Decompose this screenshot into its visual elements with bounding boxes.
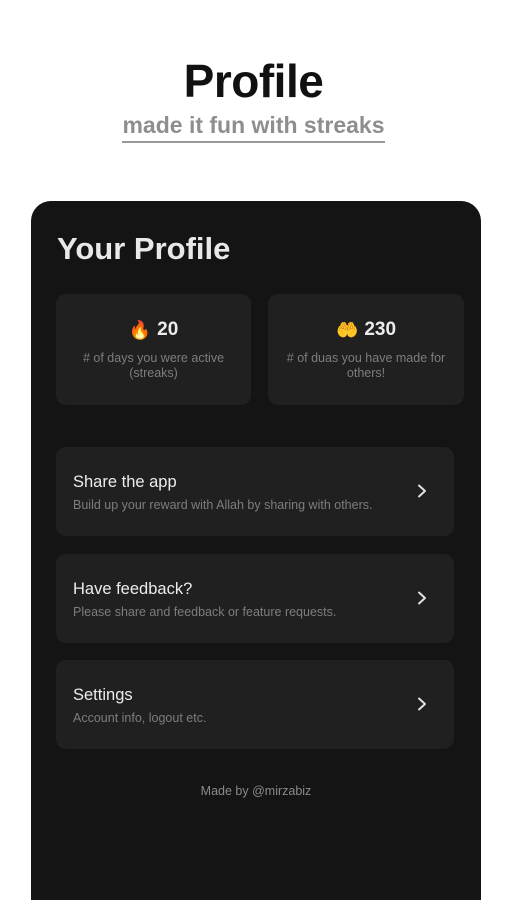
chevron-right-icon bbox=[418, 697, 426, 711]
settings-description: Account info, logout etc. bbox=[73, 711, 207, 725]
chevron-right-icon bbox=[418, 591, 426, 605]
streak-description: # of days you were active (streaks) bbox=[82, 351, 225, 380]
feedback-description: Please share and feedback or feature req… bbox=[73, 605, 337, 619]
page-subtitle: made it fun with streaks bbox=[0, 112, 507, 143]
page-title: Profile bbox=[183, 55, 324, 107]
streak-count: 20 bbox=[157, 319, 179, 340]
share-app-description: Build up your reward with Allah by shari… bbox=[73, 498, 373, 512]
chevron-right-icon bbox=[418, 484, 426, 498]
settings-button[interactable]: Settings Account info, logout etc. bbox=[56, 660, 454, 749]
share-app-title: Share the app bbox=[73, 473, 177, 491]
feedback-title: Have feedback? bbox=[73, 580, 193, 598]
streak-stat-header: 🔥 20 bbox=[56, 318, 251, 342]
duas-description: # of duas you have made for others! bbox=[286, 351, 446, 380]
fire-icon: 🔥 bbox=[128, 320, 152, 340]
feedback-button[interactable]: Have feedback? Please share and feedback… bbox=[56, 554, 454, 643]
duas-stat-card: 🤲 230 # of duas you have made for others… bbox=[268, 294, 464, 405]
made-by-credit: Made by @mirzabiz bbox=[200, 784, 312, 798]
duas-stat-header: 🤲 230 bbox=[268, 318, 464, 342]
profile-panel: Your Profile 🔥 20 # of days you were act… bbox=[31, 201, 481, 900]
page-subtitle-text: made it fun with streaks bbox=[122, 112, 385, 143]
settings-title: Settings bbox=[73, 686, 133, 704]
share-app-button[interactable]: Share the app Build up your reward with … bbox=[56, 447, 454, 536]
app-screenshot: Profile made it fun with streaks Your Pr… bbox=[0, 0, 507, 900]
streak-stat-card: 🔥 20 # of days you were active (streaks) bbox=[56, 294, 251, 405]
duas-count: 230 bbox=[364, 319, 397, 340]
profile-title: Your Profile bbox=[57, 231, 231, 266]
praying-hands-icon: 🤲 bbox=[335, 320, 359, 340]
